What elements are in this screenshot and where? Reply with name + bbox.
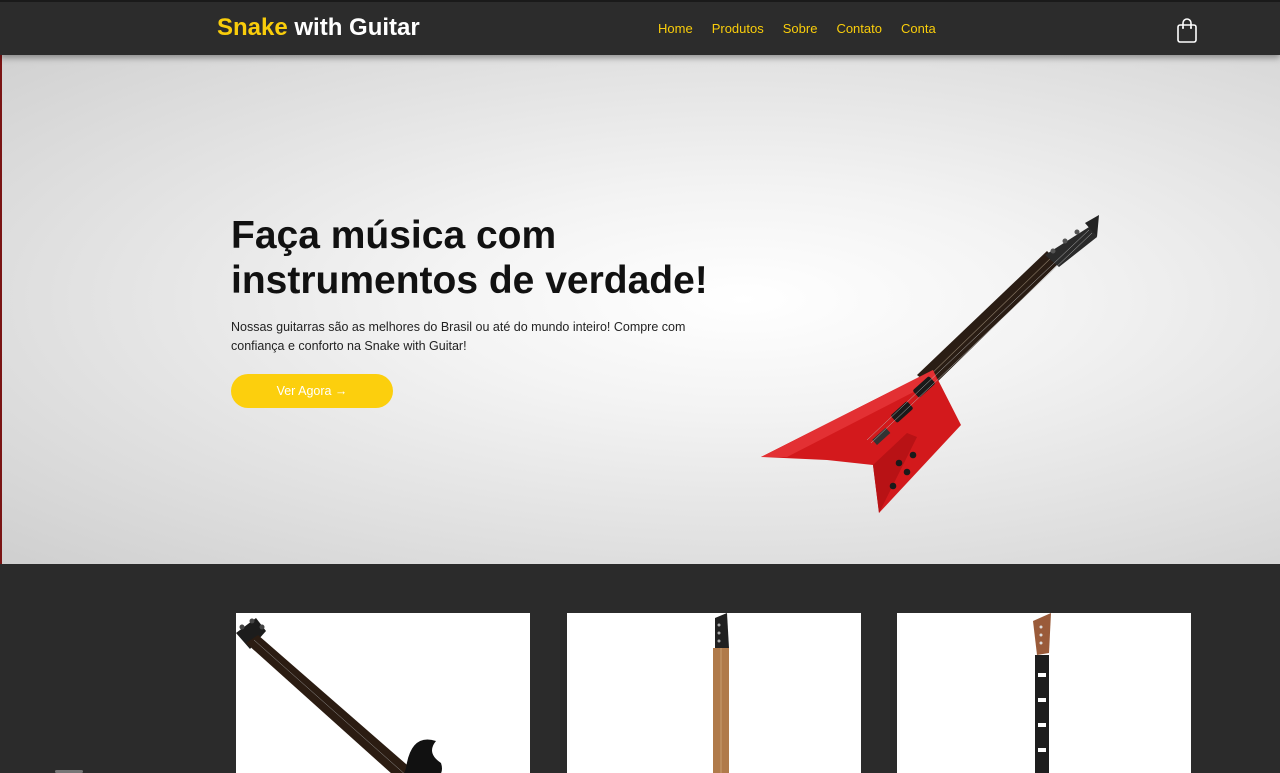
- nav-link-contato[interactable]: Contato: [836, 21, 882, 36]
- product-image-mahogany-guitar: [1033, 613, 1051, 773]
- ver-agora-button[interactable]: Ver Agora →: [231, 374, 393, 408]
- product-image-black-guitar: [236, 618, 442, 773]
- navbar: Snake with Guitar Home Produtos Sobre Co…: [0, 0, 1280, 55]
- nav-link-sobre[interactable]: Sobre: [783, 21, 818, 36]
- hero-section: Faça música com instrumentos de verdade!…: [0, 55, 1280, 564]
- product-card[interactable]: [897, 613, 1191, 773]
- hero-guitar-image: [761, 215, 1099, 513]
- site-logo[interactable]: Snake with Guitar: [217, 14, 420, 42]
- nav-link-home[interactable]: Home: [658, 21, 693, 36]
- nav-link-produtos[interactable]: Produtos: [712, 21, 764, 36]
- nav-link-conta[interactable]: Conta: [901, 21, 936, 36]
- main-nav: Home Produtos Sobre Contato Conta: [658, 21, 955, 36]
- products-section: [0, 564, 1280, 773]
- logo-brand-rest: with Guitar: [287, 14, 420, 41]
- hero-description: Nossas guitarras são as melhores do Bras…: [231, 320, 686, 353]
- product-card[interactable]: [567, 613, 861, 773]
- logo-brand-highlight: Snake: [217, 14, 288, 41]
- hero-title: Faça música com instrumentos de verdade!: [231, 214, 708, 302]
- shopping-bag-icon[interactable]: [1176, 18, 1198, 44]
- product-card[interactable]: [236, 613, 530, 773]
- product-image-natural-guitar: [713, 613, 729, 773]
